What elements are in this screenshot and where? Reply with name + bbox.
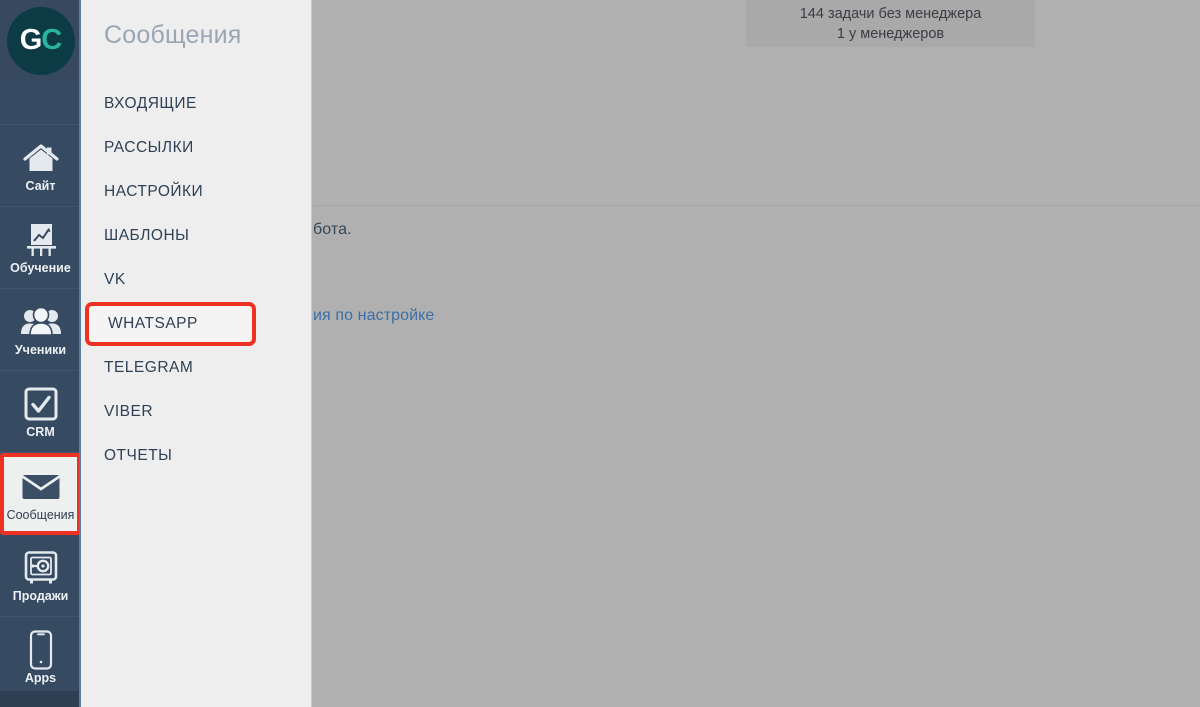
home-icon [22, 138, 60, 178]
logo-circle: GC [6, 6, 75, 75]
sidebar-spacer [0, 81, 81, 125]
submenu-title: Сообщения [104, 21, 242, 49]
chart-easel-icon [22, 220, 60, 260]
users-icon [20, 302, 62, 342]
logo-letter-c: C [41, 24, 62, 56]
sidebar-item-students[interactable]: Ученики [0, 289, 81, 371]
menu-item-label: ОТЧЕТЫ [104, 447, 173, 464]
menu-item-viber[interactable]: VIBER [81, 390, 312, 434]
underlay-paragraph-fragment: бота. [313, 221, 352, 238]
menu-item-whatsapp[interactable]: WHATSAPP [85, 302, 256, 346]
checkbox-icon [23, 384, 59, 424]
tasks-badge-line-2: 1 у менеджеров [836, 26, 945, 42]
sidebar-item-label: Ученики [14, 343, 67, 357]
menu-item-settings[interactable]: НАСТРОЙКИ [81, 170, 312, 214]
sidebar-footer [0, 691, 81, 707]
menu-item-label: TELEGRAM [104, 359, 194, 376]
menu-item-label: VIBER [104, 403, 154, 420]
tasks-badge-line-1: 144 задачи без менеджера [799, 6, 982, 22]
sidebar-edge-accent [79, 0, 81, 707]
menu-item-label: WHATSAPP [108, 315, 198, 332]
sidebar-item-messages[interactable]: Сообщения [0, 453, 81, 535]
content-divider [313, 205, 1200, 206]
sidebar-item-label: Apps [24, 671, 57, 685]
app-logo[interactable]: GC [0, 0, 81, 81]
main-sidebar: GC Сайт Обучение Ученики CRM Сообщения П… [0, 0, 81, 707]
tasks-badge[interactable]: 144 задачи без менеджера 1 у менеджеров [746, 0, 1035, 47]
menu-item-vk[interactable]: VK [81, 258, 312, 302]
menu-item-label: РАССЫЛКИ [104, 139, 194, 156]
sidebar-item-label: CRM [26, 425, 55, 439]
menu-item-telegram[interactable]: TELEGRAM [81, 346, 312, 390]
menu-item-label: НАСТРОЙКИ [104, 183, 204, 200]
menu-item-reports[interactable]: ОТЧЕТЫ [81, 434, 312, 478]
logo-letter-g: G [19, 24, 43, 56]
underlay-link-fragment[interactable]: ия по настройке [313, 307, 434, 325]
menu-item-templates[interactable]: ШАБЛОНЫ [81, 214, 312, 258]
sidebar-item-label: Продажи [12, 589, 69, 603]
menu-item-label: ВХОДЯЩИЕ [104, 95, 197, 112]
sidebar-item-education[interactable]: Обучение [0, 207, 81, 289]
menu-item-mailings[interactable]: РАССЫЛКИ [81, 126, 312, 170]
sidebar-item-label: Обучение [10, 261, 71, 275]
phone-icon [27, 630, 55, 670]
menu-item-inbox[interactable]: ВХОДЯЩИЕ [81, 82, 312, 126]
menu-item-label: VK [104, 271, 126, 288]
sidebar-item-label: Сайт [25, 179, 56, 193]
sidebar-item-label: Сообщения [6, 507, 75, 522]
sidebar-item-crm[interactable]: CRM [0, 371, 81, 453]
submenu-list: ВХОДЯЩИЕ РАССЫЛКИ НАСТРОЙКИ ШАБЛОНЫ VK W… [81, 82, 312, 478]
menu-item-label: ШАБЛОНЫ [104, 227, 190, 244]
messages-submenu-panel: Сообщения ВХОДЯЩИЕ РАССЫЛКИ НАСТРОЙКИ ША… [81, 0, 312, 707]
envelope-icon [21, 467, 61, 507]
safe-gear-icon [22, 548, 60, 588]
sidebar-item-apps[interactable]: Apps [0, 617, 81, 699]
sidebar-item-site[interactable]: Сайт [0, 125, 81, 207]
sidebar-item-sales[interactable]: Продажи [0, 535, 81, 617]
sidebar-items: Сайт Обучение Ученики CRM Сообщения Прод… [0, 125, 81, 699]
